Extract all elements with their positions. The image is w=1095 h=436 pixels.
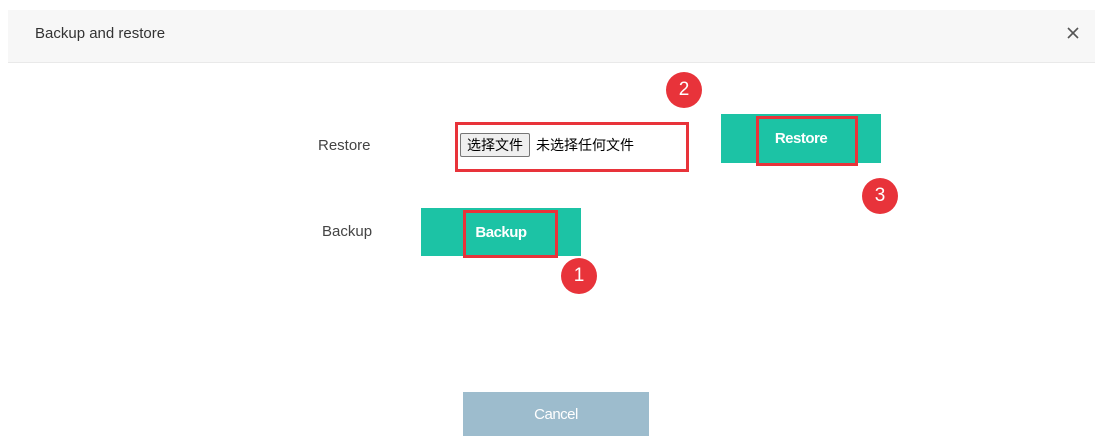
step-badge-2: 2 xyxy=(666,72,702,108)
no-file-chosen-text: 未选择任何文件 xyxy=(536,138,634,154)
step-badge-3: 3 xyxy=(862,178,898,214)
close-icon xyxy=(1067,27,1079,39)
restore-file-input[interactable]: 选择文件 未选择任何文件 xyxy=(460,131,634,159)
cancel-button[interactable]: Cancel xyxy=(463,392,649,436)
dialog-title: Backup and restore xyxy=(35,25,166,42)
backup-label: Backup xyxy=(322,223,373,240)
backup-button[interactable]: Backup xyxy=(421,208,581,256)
step-badge-1: 1 xyxy=(561,258,597,294)
choose-file-button[interactable]: 选择文件 xyxy=(460,133,530,157)
close-button[interactable] xyxy=(1062,22,1084,44)
restore-label: Restore xyxy=(318,137,371,154)
restore-button[interactable]: Restore xyxy=(721,114,881,163)
backup-button-label: Backup xyxy=(475,223,527,241)
cancel-button-label: Cancel xyxy=(534,405,578,423)
restore-button-label: Restore xyxy=(774,130,828,147)
backup-restore-dialog: Backup and restore Restore 选择文件 未选择任何文件 … xyxy=(0,0,1095,436)
dialog-header: Backup and restore xyxy=(8,10,1095,63)
